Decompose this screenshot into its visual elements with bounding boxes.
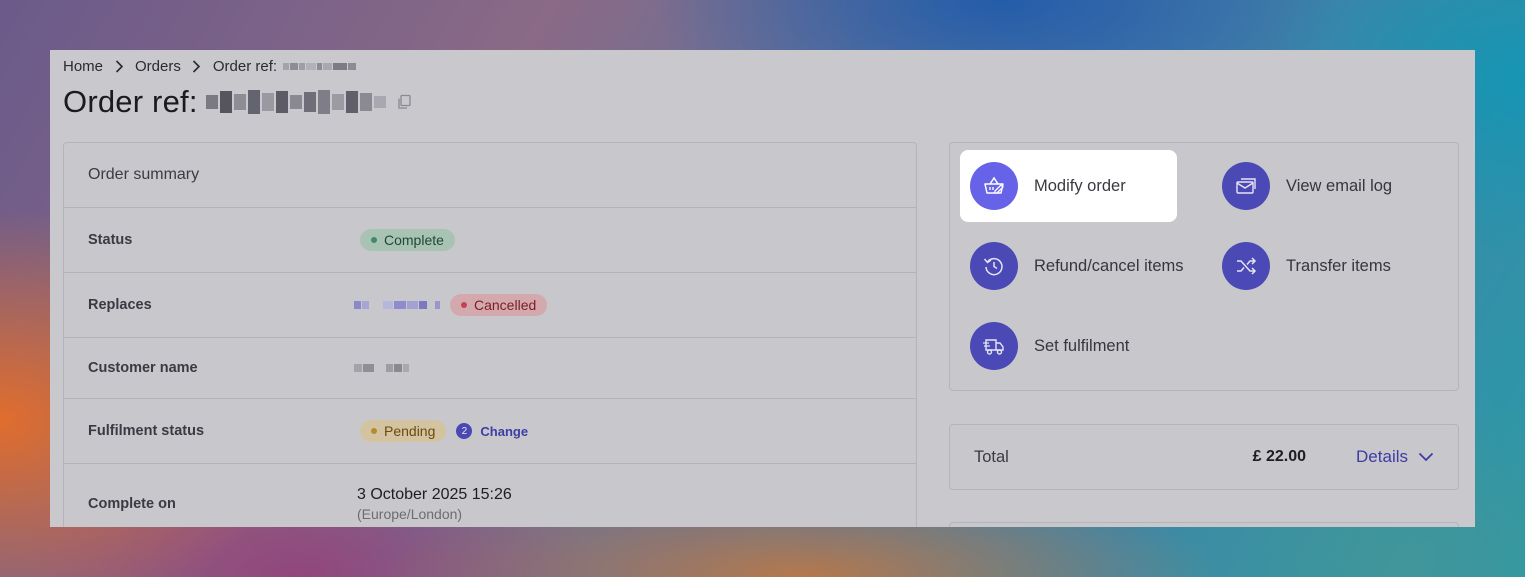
history-icon	[970, 242, 1018, 290]
change-fulfilment-link[interactable]: Change	[480, 424, 528, 439]
total-details-toggle[interactable]: Details	[1356, 447, 1434, 467]
refund-cancel-items-button[interactable]: Refund/cancel items	[960, 230, 1194, 302]
replaces-row: Replaces Cancelled	[64, 273, 916, 338]
breadcrumb-home[interactable]: Home	[63, 58, 103, 75]
complete-on-row: Complete on 3 October 2025 15:26 (Europe…	[64, 464, 916, 527]
redacted-order-ref	[283, 63, 357, 70]
redacted-customer-name	[354, 364, 409, 372]
refund-cancel-items-label: Refund/cancel items	[1034, 256, 1184, 275]
modify-order-button[interactable]: Modify order	[960, 150, 1177, 222]
chevron-right-icon	[187, 60, 207, 73]
email-log-icon	[1222, 162, 1270, 210]
status-dot	[371, 237, 377, 243]
pending-dot	[371, 428, 377, 434]
status-label: Status	[88, 232, 133, 248]
fulfilment-badge: Pending	[360, 420, 447, 442]
copy-icon[interactable]	[396, 94, 412, 110]
complete-on-date: 3 October 2025 15:26	[357, 486, 512, 503]
replaces-label: Replaces	[88, 297, 152, 313]
status-row: Status Complete	[64, 208, 916, 273]
truck-icon	[970, 322, 1018, 370]
fulfilment-count-badge: 2	[456, 423, 473, 439]
view-email-log-label: View email log	[1286, 176, 1393, 195]
shuffle-icon	[1222, 242, 1270, 290]
breadcrumb: Home Orders Order ref:	[63, 58, 357, 75]
status-badge: Complete	[360, 229, 455, 251]
set-fulfilment-label: Set fulfilment	[1034, 336, 1130, 355]
modify-order-label: Modify order	[1034, 176, 1126, 195]
order-summary-card: Order summary Status Complete Replaces C…	[63, 142, 917, 527]
breadcrumb-orders[interactable]: Orders	[135, 58, 181, 75]
page-title: Order ref:	[63, 84, 412, 120]
chevron-right-icon	[109, 60, 129, 73]
next-card-partial	[949, 522, 1459, 527]
redacted-replaces-link[interactable]	[354, 301, 440, 309]
complete-on-timezone: (Europe/London)	[357, 506, 463, 522]
basket-edit-icon	[970, 162, 1018, 210]
total-amount: £ 22.00	[1252, 448, 1307, 465]
fulfilment-label: Fulfilment status	[88, 423, 205, 439]
view-email-log-button[interactable]: View email log	[1212, 150, 1402, 222]
transfer-items-button[interactable]: Transfer items	[1212, 230, 1401, 302]
breadcrumb-current: Order ref:	[212, 58, 278, 75]
customer-label: Customer name	[88, 360, 198, 376]
replaces-status-text: Cancelled	[474, 297, 537, 313]
redacted-order-ref-large	[205, 90, 386, 114]
order-summary-heading: Order summary	[64, 143, 916, 208]
fulfilment-row: Fulfilment status Pending 2 Change	[64, 399, 916, 464]
total-details-label: Details	[1356, 447, 1408, 466]
set-fulfilment-button[interactable]: Set fulfilment	[960, 310, 1139, 382]
chevron-down-icon	[1418, 452, 1434, 462]
status-badge-text: Complete	[384, 232, 444, 248]
customer-row: Customer name	[64, 338, 916, 399]
replaces-status-badge: Cancelled	[450, 294, 548, 316]
complete-on-label: Complete on	[88, 496, 176, 512]
fulfilment-badge-text: Pending	[384, 423, 436, 439]
order-actions-card: Modify order View email log Refund/cance…	[949, 142, 1459, 391]
total-label: Total	[974, 447, 1009, 466]
order-window: Home Orders Order ref: Order ref: Order …	[50, 50, 1475, 527]
order-total-card: Total £ 22.00 Details	[949, 424, 1459, 490]
cancelled-dot	[461, 302, 467, 308]
page-title-text: Order ref:	[63, 84, 198, 119]
transfer-items-label: Transfer items	[1286, 256, 1391, 275]
